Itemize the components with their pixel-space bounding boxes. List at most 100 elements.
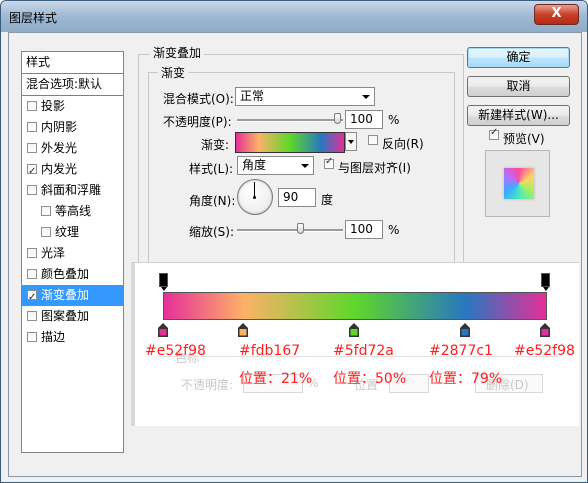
opacity-slider-thumb[interactable] xyxy=(334,113,341,124)
sidebar-item-checkbox[interactable] xyxy=(41,206,51,216)
sidebar-item[interactable]: 颜色叠加 xyxy=(22,264,123,285)
stop-position-label: 位置：79% xyxy=(429,371,503,387)
sidebar-item-label: 光泽 xyxy=(41,246,66,260)
new-style-button[interactable]: 新建样式(W)... xyxy=(467,105,570,126)
group-title: 渐变 xyxy=(158,64,189,81)
sidebar-item-label: 内发光 xyxy=(41,162,78,176)
opacity-input[interactable]: 100 xyxy=(345,110,383,129)
sidebar-item-checkbox[interactable] xyxy=(27,143,37,153)
blend-mode-value: 正常 xyxy=(240,89,265,103)
sidebar-item-label: 图案叠加 xyxy=(41,309,90,323)
color-stop[interactable] xyxy=(540,323,550,337)
sidebar-item[interactable]: 光泽 xyxy=(22,243,123,264)
sidebar-item-checkbox[interactable] xyxy=(27,185,37,195)
sidebar-item[interactable]: 内发光 xyxy=(22,159,123,182)
sidebar-item-checkbox[interactable] xyxy=(27,101,37,111)
sidebar-item-label: 渐变叠加 xyxy=(41,288,90,302)
sidebar-item-checkbox[interactable] xyxy=(27,311,37,321)
reverse-label: 反向(R) xyxy=(382,137,424,151)
gradient-bar[interactable] xyxy=(163,292,547,320)
angle-dial[interactable] xyxy=(237,179,273,215)
sidebar-header[interactable]: 样式 xyxy=(22,52,123,74)
sidebar-item-checkbox[interactable] xyxy=(27,287,37,308)
sidebar-item[interactable]: 投影 xyxy=(22,96,123,117)
blend-mode-select[interactable]: 正常 xyxy=(235,87,375,106)
sidebar-item-checkbox[interactable] xyxy=(27,248,37,258)
chevron-down-icon xyxy=(348,140,354,144)
close-button[interactable]: X xyxy=(534,4,579,25)
color-stop[interactable] xyxy=(238,323,249,337)
sidebar-item-label: 颜色叠加 xyxy=(41,267,90,281)
align-with-layer-label: 与图层对齐(I) xyxy=(338,161,411,175)
angle-label: 角度(N): xyxy=(189,194,236,208)
angle-dial-center xyxy=(253,196,256,199)
opacity-stop-left[interactable] xyxy=(159,273,168,291)
sidebar-item[interactable]: 图案叠加 xyxy=(22,306,123,327)
sidebar-item[interactable]: 纹理 xyxy=(22,222,123,243)
scale-unit: % xyxy=(388,223,400,237)
sidebar-item-checkbox[interactable] xyxy=(27,269,37,279)
preview-label: 预览(V) xyxy=(503,132,545,146)
scale-slider-thumb[interactable] xyxy=(297,223,304,234)
color-stop[interactable] xyxy=(349,323,359,337)
cancel-button[interactable]: 取消 xyxy=(467,76,570,97)
window-title: 图层样式 xyxy=(9,11,58,25)
title-bar[interactable]: 图层样式 X xyxy=(1,1,587,32)
sidebar-item-label: 描边 xyxy=(41,330,66,344)
preview-checkbox[interactable] xyxy=(489,127,499,140)
ghost-opacity-label: 不透明度: xyxy=(181,378,234,392)
style-preview-swatch xyxy=(485,150,550,217)
sidebar-item-label: 外发光 xyxy=(41,141,78,155)
section-title: 渐变叠加 xyxy=(150,44,205,61)
chevron-down-icon xyxy=(301,164,309,168)
scale-slider[interactable] xyxy=(237,229,343,232)
gradient-dropdown[interactable] xyxy=(345,132,357,151)
opacity-label: 不透明度(P): xyxy=(163,115,232,129)
opacity-slider[interactable] xyxy=(237,119,343,122)
color-stop[interactable] xyxy=(158,323,168,337)
gradient-label: 渐变: xyxy=(201,138,230,152)
scale-input[interactable]: 100 xyxy=(345,220,383,239)
sidebar-items: 投影内阴影外发光内发光斜面和浮雕等高线纹理光泽颜色叠加渐变叠加图案叠加描边 xyxy=(22,96,123,348)
editor-left-edge xyxy=(131,263,135,426)
reverse-checkbox[interactable] xyxy=(368,135,378,145)
stop-hex-label: #fdb167 xyxy=(239,343,301,359)
gradient-preview[interactable] xyxy=(235,132,345,153)
opacity-unit: % xyxy=(388,113,400,127)
sidebar-item-checkbox[interactable] xyxy=(27,332,37,342)
style-value: 角度 xyxy=(242,158,267,172)
styles-sidebar: 样式 混合选项:默认 投影内阴影外发光内发光斜面和浮雕等高线纹理光泽颜色叠加渐变… xyxy=(21,51,124,453)
stop-position-label: 位置：21% xyxy=(239,371,313,387)
stop-hex-label: #e52f98 xyxy=(145,343,206,359)
dialog-body: 样式 混合选项:默认 投影内阴影外发光内发光斜面和浮雕等高线纹理光泽颜色叠加渐变… xyxy=(8,32,582,477)
angle-unit: 度 xyxy=(321,193,334,207)
sidebar-item[interactable]: 内阴影 xyxy=(22,117,123,138)
sidebar-item[interactable]: 外发光 xyxy=(22,138,123,159)
stop-hex-label: #e52f98 xyxy=(514,343,575,359)
scale-label: 缩放(S): xyxy=(189,225,235,239)
sidebar-item[interactable]: 渐变叠加 xyxy=(22,285,123,308)
style-label: 样式(L): xyxy=(189,162,234,176)
sidebar-item-label: 斜面和浮雕 xyxy=(41,183,102,197)
angle-input[interactable]: 90 xyxy=(278,188,316,207)
sidebar-item-checkbox[interactable] xyxy=(27,122,37,132)
style-select[interactable]: 角度 xyxy=(237,156,314,175)
sidebar-item[interactable]: 描边 xyxy=(22,327,123,348)
sidebar-item-checkbox[interactable] xyxy=(41,227,51,237)
sidebar-item-checkbox[interactable] xyxy=(27,161,37,182)
sidebar-item-label: 纹理 xyxy=(55,225,80,239)
chevron-down-icon xyxy=(362,95,370,99)
opacity-stop-right[interactable] xyxy=(541,273,550,291)
sidebar-item[interactable]: 斜面和浮雕 xyxy=(22,180,123,201)
stop-hex-label: #5fd72a xyxy=(333,343,394,359)
sidebar-item-label: 等高线 xyxy=(55,204,92,218)
color-stop[interactable] xyxy=(459,323,470,337)
sidebar-blending-options[interactable]: 混合选项:默认 xyxy=(22,74,123,96)
align-with-layer-checkbox[interactable] xyxy=(324,156,334,169)
sidebar-item[interactable]: 等高线 xyxy=(22,201,123,222)
stop-hex-label: #2877c1 xyxy=(429,343,493,359)
style-preview-image xyxy=(504,168,534,199)
editor-divider xyxy=(131,262,579,263)
layer-style-dialog: 图层样式 X 样式 混合选项:默认 投影内阴影外发光内发光斜面和浮雕等高线纹理光… xyxy=(0,0,588,483)
ok-button[interactable]: 确定 xyxy=(467,47,570,68)
